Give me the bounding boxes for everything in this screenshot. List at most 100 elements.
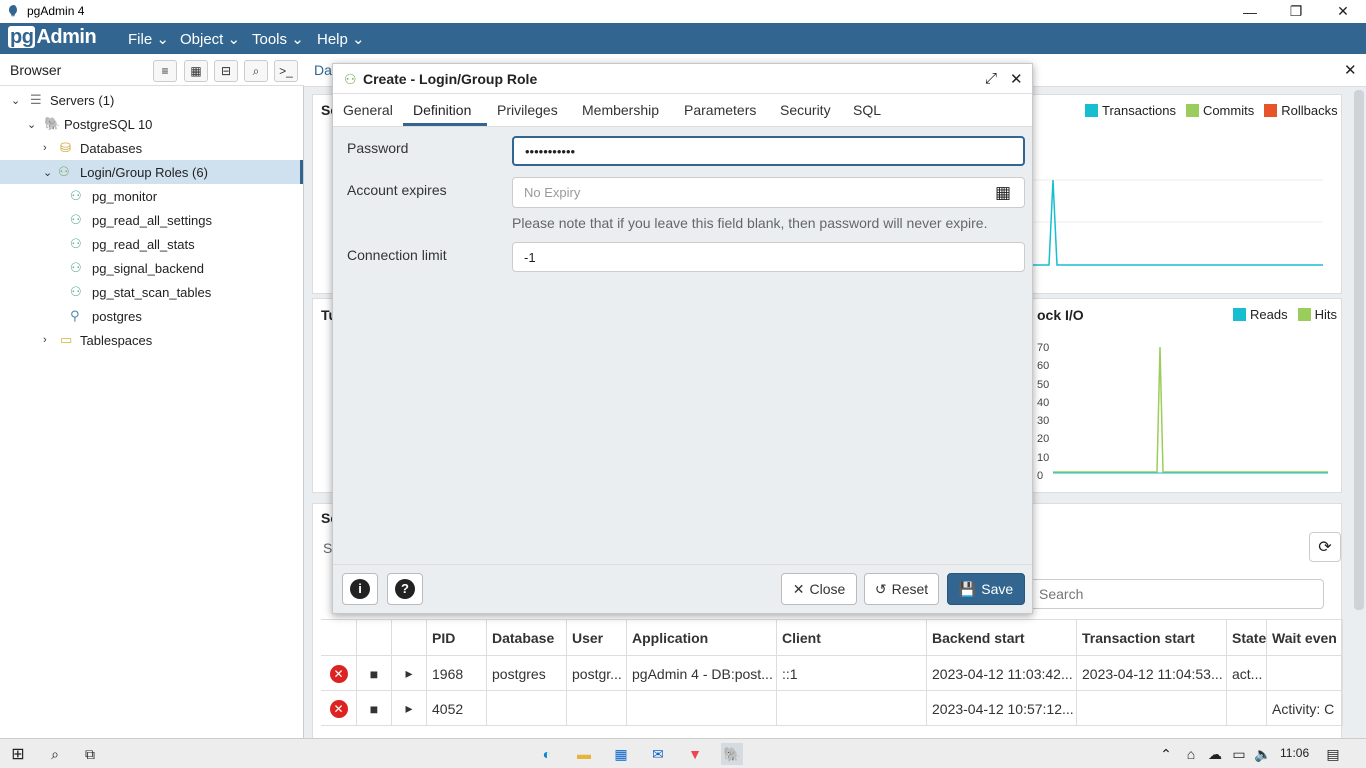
expand-row-icon[interactable]: ▸ xyxy=(392,656,427,691)
connection-limit-field[interactable]: -1 xyxy=(512,242,1025,272)
file-explorer-icon[interactable]: ▬ xyxy=(573,743,595,765)
maximize-dialog-icon[interactable]: ⤢ xyxy=(985,70,997,87)
onedrive-icon[interactable]: ☁ xyxy=(1204,743,1226,765)
clock[interactable]: 11:06 xyxy=(1280,746,1309,760)
tree-item-role[interactable]: ⚇ pg_monitor xyxy=(0,184,303,208)
menu-tools[interactable]: Tools ⌄ xyxy=(252,30,304,48)
cell-backend-start: 2023-04-12 11:03:42... xyxy=(927,656,1077,691)
tree-item-role[interactable]: ⚇ pg_read_all_stats xyxy=(0,232,303,256)
cell-state: act... xyxy=(1227,656,1267,691)
window-close-button[interactable]: ✕ xyxy=(1320,0,1366,23)
save-button[interactable]: 💾 Save xyxy=(947,573,1025,605)
folder-icon: ▭ xyxy=(60,332,73,347)
tree-item-role[interactable]: ⚲ postgres xyxy=(0,304,303,328)
column-header-backend-start[interactable]: Backend start xyxy=(927,620,1077,656)
sessions-search-input[interactable] xyxy=(1028,579,1324,609)
chevron-down-icon[interactable]: ⌄ xyxy=(27,118,36,131)
column-header-pid[interactable]: PID xyxy=(427,620,487,656)
object-properties-icon[interactable]: ≡ xyxy=(153,60,177,82)
brave-browser-icon[interactable]: ▼ xyxy=(684,743,706,765)
menu-file[interactable]: File ⌄ xyxy=(128,30,169,48)
sessions-table: PID Database User Application Client Bac… xyxy=(321,619,1343,744)
tree-item-servers[interactable]: ⌄ ☰ Servers (1) xyxy=(0,88,303,112)
column-header-application[interactable]: Application xyxy=(627,620,777,656)
column-header-wait-event[interactable]: Wait even xyxy=(1267,620,1343,656)
user-role-icon: ⚲ xyxy=(70,308,80,323)
tree-item-postgresql[interactable]: ⌄ 🐘 PostgreSQL 10 xyxy=(0,112,303,136)
account-expires-field[interactable]: No Expiry ▦ xyxy=(512,177,1025,208)
minimize-button[interactable]: — xyxy=(1227,0,1273,23)
sessions-tab[interactable]: S xyxy=(323,540,332,556)
tab-security[interactable]: Security xyxy=(780,102,831,118)
column-header-state[interactable]: State xyxy=(1227,620,1267,656)
tree-item-role[interactable]: ⚇ pg_read_all_settings xyxy=(0,208,303,232)
column-header-client[interactable]: Client xyxy=(777,620,927,656)
chevron-right-icon[interactable]: › xyxy=(43,334,47,346)
terminate-session-icon[interactable]: ■ xyxy=(357,691,392,726)
pgadmin-taskbar-icon[interactable]: 🐘 xyxy=(721,743,743,765)
menu-bar: pg Admin File ⌄ Object ⌄ Tools ⌄ Help ⌄ xyxy=(0,23,1366,54)
tray-device-icon[interactable]: ⌂ xyxy=(1180,743,1202,765)
close-button[interactable]: ✕ Close xyxy=(781,573,857,605)
reset-button-label: Reset xyxy=(891,581,929,597)
tree-item-login-group-roles[interactable]: ⌄ ⚇ Login/Group Roles (6) xyxy=(0,160,303,184)
notifications-icon[interactable]: ▤ xyxy=(1322,743,1344,765)
psql-tool-icon[interactable]: >_ xyxy=(274,60,298,82)
menu-help[interactable]: Help ⌄ xyxy=(317,30,365,48)
volume-icon[interactable]: 🔈 xyxy=(1252,743,1274,765)
tree-item-tablespaces[interactable]: › ▭ Tablespaces xyxy=(0,328,303,352)
column-header-transaction-start[interactable]: Transaction start xyxy=(1077,620,1227,656)
tab-general[interactable]: General xyxy=(343,102,393,118)
search-objects-icon[interactable]: ⌕ xyxy=(244,60,268,82)
help-button[interactable]: ? xyxy=(387,573,423,605)
task-view-icon[interactable]: ⧉ xyxy=(79,743,101,765)
edge-browser-icon[interactable]: ◐ xyxy=(536,743,558,765)
tab-definition[interactable]: Definition xyxy=(413,102,471,118)
refresh-icon[interactable]: ⟳ xyxy=(1309,532,1341,562)
terminate-session-icon[interactable]: ■ xyxy=(357,656,392,691)
legend-label: Commits xyxy=(1202,103,1255,118)
chevron-right-icon[interactable]: › xyxy=(43,142,47,154)
tab-membership[interactable]: Membership xyxy=(582,102,659,118)
filter-rows-icon[interactable]: ⊟ xyxy=(214,60,238,82)
network-icon[interactable]: ▭ xyxy=(1228,743,1250,765)
close-panel-icon[interactable]: ✕ xyxy=(1344,61,1357,79)
menu-object[interactable]: Object ⌄ xyxy=(180,30,240,48)
calendar-icon[interactable]: ▦ xyxy=(995,183,1011,203)
tab-parameters[interactable]: Parameters xyxy=(684,102,756,118)
legend-label: Rollbacks xyxy=(1281,103,1338,118)
view-data-icon[interactable]: ▦ xyxy=(184,60,208,82)
tree-item-role[interactable]: ⚇ pg_signal_backend xyxy=(0,256,303,280)
cancel-query-icon[interactable]: ✕ xyxy=(321,656,357,691)
y-axis-ticks: 70 60 50 40 30 20 10 0 xyxy=(1037,342,1050,483)
search-icon[interactable]: ⌕ xyxy=(44,743,66,765)
tab-sql[interactable]: SQL xyxy=(853,102,881,118)
chevron-down-icon[interactable]: ⌄ xyxy=(11,94,20,107)
mail-icon[interactable]: ✉ xyxy=(647,743,669,765)
close-dialog-icon[interactable]: ✕ xyxy=(1010,70,1023,88)
chevron-down-icon[interactable]: ⌄ xyxy=(43,166,52,179)
create-role-dialog: ⚇ Create - Login/Group Role ⤢ ✕ General … xyxy=(332,63,1033,614)
tree-item-role[interactable]: ⚇ pg_stat_scan_tables xyxy=(0,280,303,304)
column-header-database[interactable]: Database xyxy=(487,620,567,656)
tab-privileges[interactable]: Privileges xyxy=(497,102,558,118)
group-role-icon: ⚇ xyxy=(70,212,82,227)
info-button[interactable]: i xyxy=(342,573,378,605)
password-field[interactable]: ••••••••••• xyxy=(512,136,1025,166)
cell-database xyxy=(487,691,567,726)
restore-button[interactable]: ❐ xyxy=(1273,0,1319,23)
tab-dashboard[interactable]: Da xyxy=(314,62,332,78)
header-cell xyxy=(392,620,427,656)
save-button-label: Save xyxy=(981,581,1014,597)
store-icon[interactable]: ▦ xyxy=(610,743,632,765)
tray-chevron-up-icon[interactable]: ⌃ xyxy=(1155,743,1177,765)
scrollbar[interactable] xyxy=(1354,90,1364,610)
reset-button[interactable]: ↺ Reset xyxy=(864,573,939,605)
tree-item-databases[interactable]: › ⛁ Databases xyxy=(0,136,303,160)
group-role-icon: ⚇ xyxy=(344,71,357,87)
start-icon[interactable]: ⊞ xyxy=(7,743,29,765)
cancel-query-icon[interactable]: ✕ xyxy=(321,691,357,726)
info-icon: i xyxy=(350,579,370,599)
column-header-user[interactable]: User xyxy=(567,620,627,656)
expand-row-icon[interactable]: ▸ xyxy=(392,691,427,726)
